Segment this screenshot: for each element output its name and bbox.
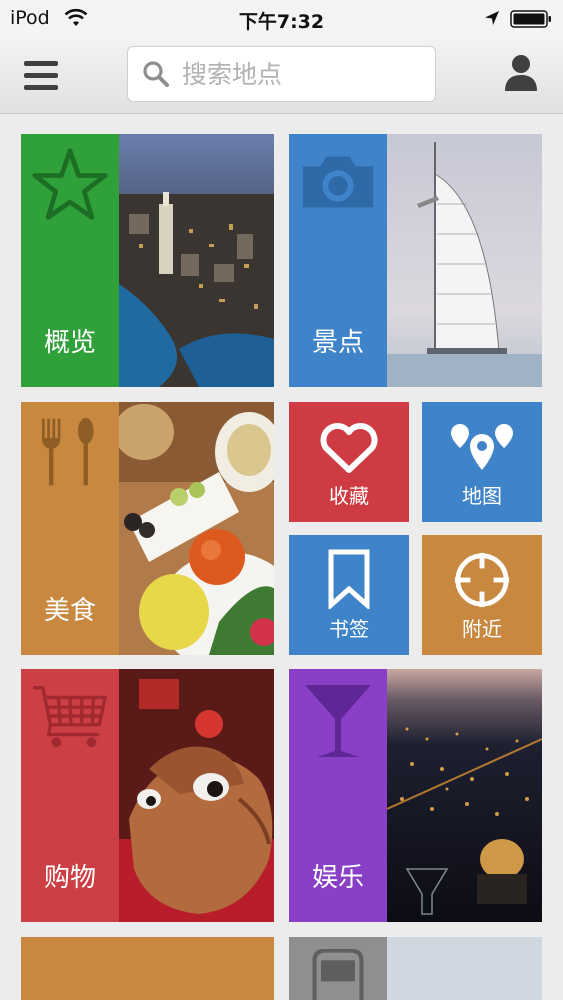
tile-transport[interactable] (289, 937, 542, 1000)
bus-icon (312, 949, 364, 1000)
cocktail-icon (305, 685, 371, 757)
tile-nearby[interactable]: 附近 (422, 535, 542, 655)
camel-toy-image (119, 669, 274, 922)
tile-overview-label: 概览 (43, 328, 96, 358)
star-icon (32, 148, 108, 220)
city-aerial-image (119, 134, 274, 387)
tile-nearby-label: 附近 (462, 617, 502, 641)
tile-overview[interactable]: 概览 (21, 134, 274, 387)
heart-icon (320, 423, 378, 473)
tile-bookmarks[interactable]: 书签 (289, 535, 409, 655)
food-plate-image (119, 402, 274, 655)
status-time: 下午7:32 (238, 11, 325, 33)
burj-al-arab-image (387, 134, 542, 387)
tile-food-label: 美食 (43, 596, 96, 626)
fork-spoon-icon (42, 417, 94, 486)
tile-map[interactable]: 地图 (422, 402, 542, 522)
map-pins-icon (451, 424, 513, 470)
nav-bar (0, 38, 563, 114)
status-bar: iPod 下午7:32 (0, 0, 563, 38)
tile-attractions[interactable]: 景点 (289, 134, 542, 387)
tile-favorites[interactable]: 收藏 (289, 402, 409, 522)
hamburger-line (24, 73, 58, 78)
tile-shopping-label: 购物 (43, 863, 96, 893)
tile-entertainment[interactable]: 娱乐 (289, 669, 542, 922)
night-city-image (387, 669, 542, 922)
tile-entertainment-label: 娱乐 (311, 863, 364, 893)
bookmark-icon (328, 549, 370, 609)
search-box[interactable] (127, 46, 436, 102)
battery-icon (510, 10, 551, 28)
tile-shopping[interactable]: 购物 (21, 669, 274, 922)
search-input[interactable] (182, 53, 422, 95)
tile-attractions-label: 景点 (311, 328, 364, 358)
user-profile-icon[interactable] (503, 53, 539, 93)
tile-bottom-left[interactable] (21, 937, 274, 1000)
location-arrow-icon (485, 11, 499, 25)
crosshair-icon (454, 552, 510, 608)
camera-icon (302, 156, 374, 208)
menu-button[interactable] (22, 58, 62, 94)
hamburger-line (24, 85, 58, 90)
tile-map-label: 地图 (462, 484, 502, 508)
hamburger-line (24, 61, 58, 66)
tile-favorites-label: 收藏 (329, 484, 369, 508)
tile-bookmarks-label: 书签 (329, 617, 369, 641)
transport-image (387, 937, 542, 1000)
tile-food[interactable]: 美食 (21, 402, 274, 655)
cart-icon (32, 686, 108, 748)
search-icon (143, 61, 169, 87)
